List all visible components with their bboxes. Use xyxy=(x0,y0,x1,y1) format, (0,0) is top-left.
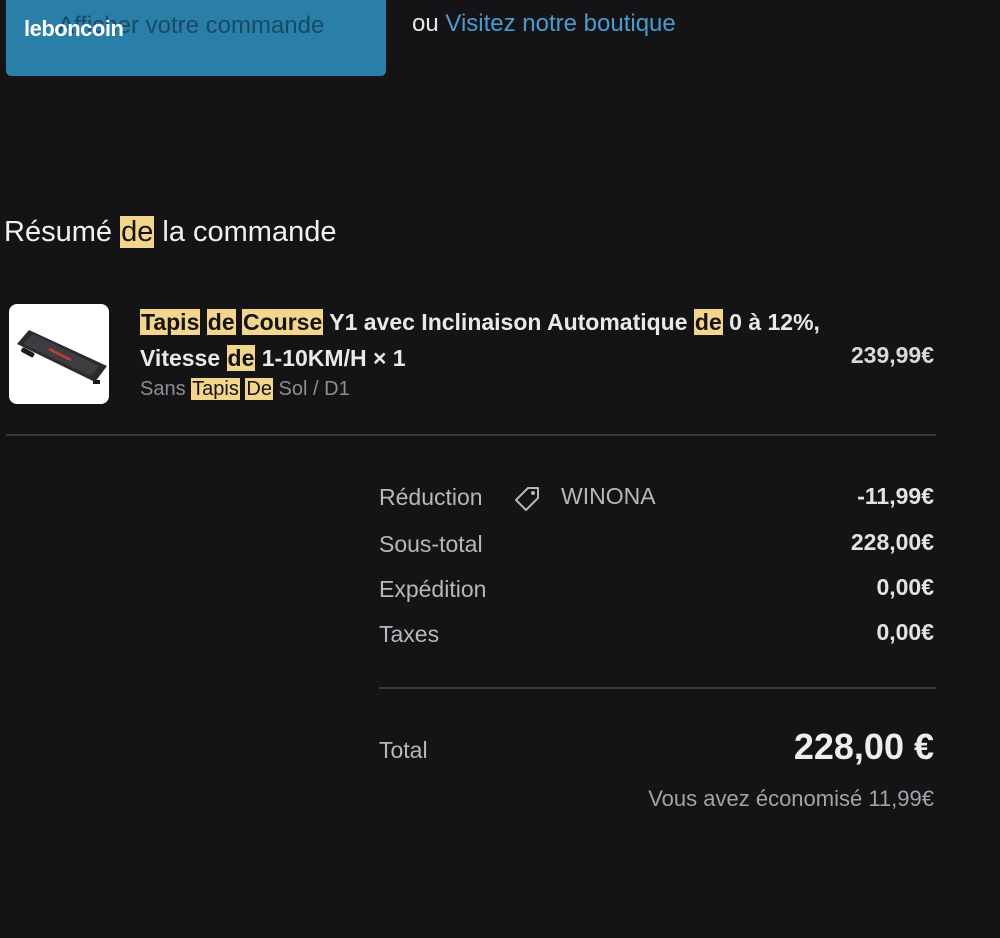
totals-divider xyxy=(379,687,936,689)
product-divider xyxy=(6,434,936,436)
order-confirmation-page: Afficher votre commande leboncoin ou Vis… xyxy=(0,0,1000,938)
product-variant: Sans Tapis De Sol / D1 xyxy=(140,378,350,401)
product-price: 239,99€ xyxy=(850,342,934,368)
variant-part: Sans xyxy=(140,378,192,400)
variant-part: De xyxy=(245,378,273,400)
alt-link-row: ou Visitez notre boutique xyxy=(412,10,676,38)
product-name-part: Tapis xyxy=(140,309,201,335)
tag-icon xyxy=(515,487,539,511)
savings-text: Vous avez économisé 11,99€ xyxy=(648,786,934,811)
product-name[interactable]: Tapis de Course Y1 avec Inclinaison Auto… xyxy=(140,304,820,376)
product-name-part: 1-10KM/H × 1 xyxy=(255,345,406,371)
product-image[interactable] xyxy=(9,304,109,404)
order-summary-title: Résumé de la commande xyxy=(4,216,336,249)
treadmill-image xyxy=(17,330,107,384)
product-name-part: de xyxy=(226,345,256,371)
taxes-value: 0,00€ xyxy=(876,619,934,645)
product-name-part: de xyxy=(693,309,723,335)
shipping-value: 0,00€ xyxy=(876,574,934,600)
variant-part: Tapis xyxy=(191,378,240,400)
summary-title-start: Résumé xyxy=(4,216,112,248)
discount-label: Réduction xyxy=(379,484,483,510)
view-order-button[interactable]: Afficher votre commande leboncoin xyxy=(6,0,386,76)
total-label: Total xyxy=(379,737,428,763)
subtotal-value: 228,00€ xyxy=(850,529,934,555)
variant-part: Sol / D1 xyxy=(273,378,350,400)
summary-title-highlight: de xyxy=(120,216,155,248)
shipping-label: Expédition xyxy=(379,576,487,602)
taxes-label: Taxes xyxy=(379,621,440,647)
subtotal-label: Sous-total xyxy=(379,531,483,557)
total-value: 228,00 € xyxy=(793,726,934,767)
product-name-part: Course xyxy=(242,309,324,335)
or-text: ou xyxy=(412,10,439,37)
product-name-part: de xyxy=(206,309,236,335)
product-name-part: Y1 avec Inclinaison Automatique xyxy=(323,309,694,335)
summary-title-end: la commande xyxy=(162,216,337,248)
discount-value: -11,99€ xyxy=(857,483,934,509)
visit-shop-link[interactable]: Visitez notre boutique xyxy=(445,10,675,37)
discount-code: WINONA xyxy=(561,483,656,509)
leboncoin-logo: leboncoin xyxy=(24,16,124,41)
